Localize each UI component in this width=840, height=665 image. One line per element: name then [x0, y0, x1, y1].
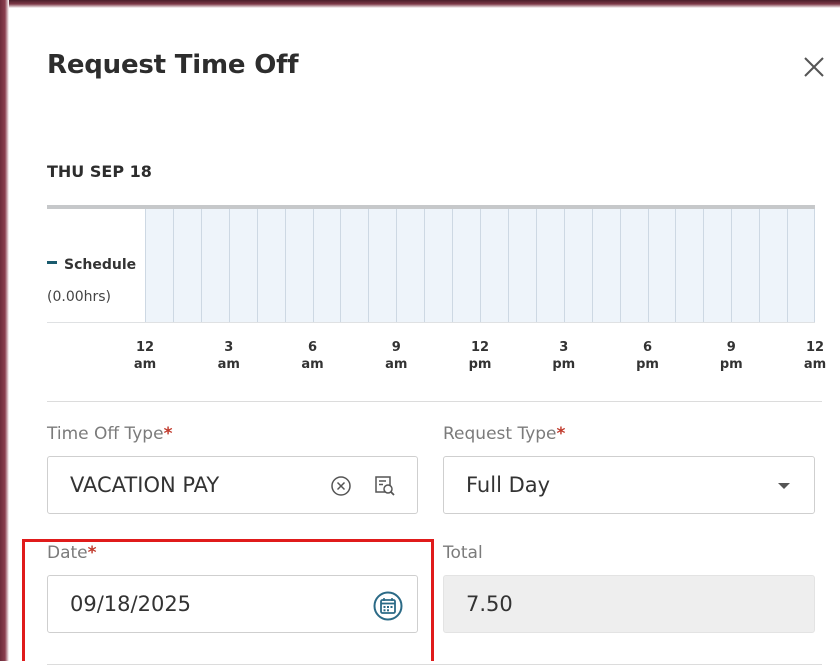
tick-hour: 12 [135, 340, 155, 355]
tick-hour: 9 [391, 340, 401, 355]
total-label: Total [443, 543, 483, 563]
schedule-hours: (0.00hrs) [47, 289, 112, 305]
lookup-button[interactable] [371, 472, 399, 500]
tick-hour: 6 [642, 340, 653, 355]
tick-hour: 9 [726, 340, 736, 355]
total-label-text: Total [443, 543, 483, 563]
timeline-tick-label: 6 pm [628, 339, 668, 373]
timeline-grid-line [452, 209, 453, 322]
tick-meridiem: pm [719, 357, 743, 372]
timeline-grid-line [340, 209, 341, 322]
timeline-tick-label: 3 pm [544, 339, 584, 373]
close-icon [804, 57, 824, 77]
total-field: 7.50 [443, 575, 815, 633]
timeline-grid-line [229, 209, 230, 322]
timeline-grid-line [759, 209, 760, 322]
clear-button[interactable] [327, 472, 355, 500]
timeline-grid-line [480, 209, 481, 322]
timeline-grid-line [787, 209, 788, 322]
timeline-grid-line [396, 209, 397, 322]
timeline-date-heading: THU SEP 18 [47, 162, 152, 181]
timeline-grid-line [257, 209, 258, 322]
timeline-grid-line [313, 209, 314, 322]
timeline-grid-line [201, 209, 202, 322]
timeline-tick-label: 12 am [125, 339, 165, 373]
timeline-grid-line [703, 209, 704, 322]
tick-hour: 3 [559, 340, 569, 355]
tick-hour: 3 [224, 340, 234, 355]
timeline-grid-line [536, 209, 537, 322]
time-off-type-value: VACATION PAY [70, 473, 220, 497]
required-marker: * [556, 424, 566, 444]
timeline-tick-label: 9 pm [711, 339, 751, 373]
timeline-grid-line [814, 209, 815, 322]
time-off-type-label-text: Time Off Type [47, 424, 164, 444]
tick-meridiem: pm [468, 357, 492, 372]
request-type-value: Full Day [466, 473, 551, 497]
tick-meridiem: pm [552, 357, 576, 372]
close-button[interactable] [799, 52, 829, 82]
clear-circle-icon [331, 476, 351, 496]
timeline-tick-label: 6 am [293, 339, 333, 373]
timeline-grid-line [564, 209, 565, 322]
timeline-grid-line [173, 209, 174, 322]
timeline-grid-line [592, 209, 593, 322]
total-value: 7.50 [466, 592, 513, 616]
request-type-select[interactable]: Full Day [443, 456, 815, 514]
timeline-grid-line [424, 209, 425, 322]
timeline-grid-line [145, 209, 146, 322]
timeline-grid-line [508, 209, 509, 322]
tick-meridiem: am [803, 357, 827, 372]
timeline-tick-label: 12 am [795, 339, 835, 373]
time-off-type-label: Time Off Type* [47, 424, 172, 444]
timeline-grid-line [648, 209, 649, 322]
timeline-tick-label: 3 am [209, 339, 249, 373]
schedule-legend-label: Schedule [64, 257, 137, 273]
tick-meridiem: pm [636, 357, 659, 372]
tick-meridiem: am [385, 357, 408, 372]
timeline-grid-line [731, 209, 732, 322]
timeline-tick-label: 12 pm [460, 339, 500, 373]
tick-meridiem: am [217, 357, 240, 372]
request-type-label-text: Request Type [443, 424, 557, 444]
tick-meridiem: am [301, 357, 324, 372]
background-window-edge [0, 0, 840, 8]
timeline-grid-line [620, 209, 621, 322]
required-marker: * [163, 424, 173, 444]
tick-hour: 12 [470, 340, 490, 355]
timeline-grid [145, 209, 815, 322]
background-window-side [0, 0, 9, 661]
request-type-label: Request Type* [443, 424, 565, 444]
tick-meridiem: am [133, 357, 157, 372]
screen: Request Time Off THU SEP 18 Schedule (0.… [0, 0, 840, 665]
caret-down-icon [778, 483, 790, 489]
date-highlight-box [22, 539, 434, 661]
schedule-legend-swatch [47, 261, 57, 264]
tick-hour: 6 [307, 340, 318, 355]
time-off-type-field[interactable]: VACATION PAY [47, 456, 418, 514]
timeline-grid-line [675, 209, 676, 322]
dropdown-button[interactable] [770, 472, 798, 500]
lookup-search-icon [375, 476, 395, 496]
tick-hour: 12 [805, 340, 825, 355]
dialog-title: Request Time Off [47, 50, 299, 80]
timeline-grid-line [285, 209, 286, 322]
schedule-timeline [47, 205, 815, 323]
section-divider [47, 401, 822, 402]
timeline-tick-label: 9 am [376, 339, 416, 373]
timeline-grid-line [368, 209, 369, 322]
